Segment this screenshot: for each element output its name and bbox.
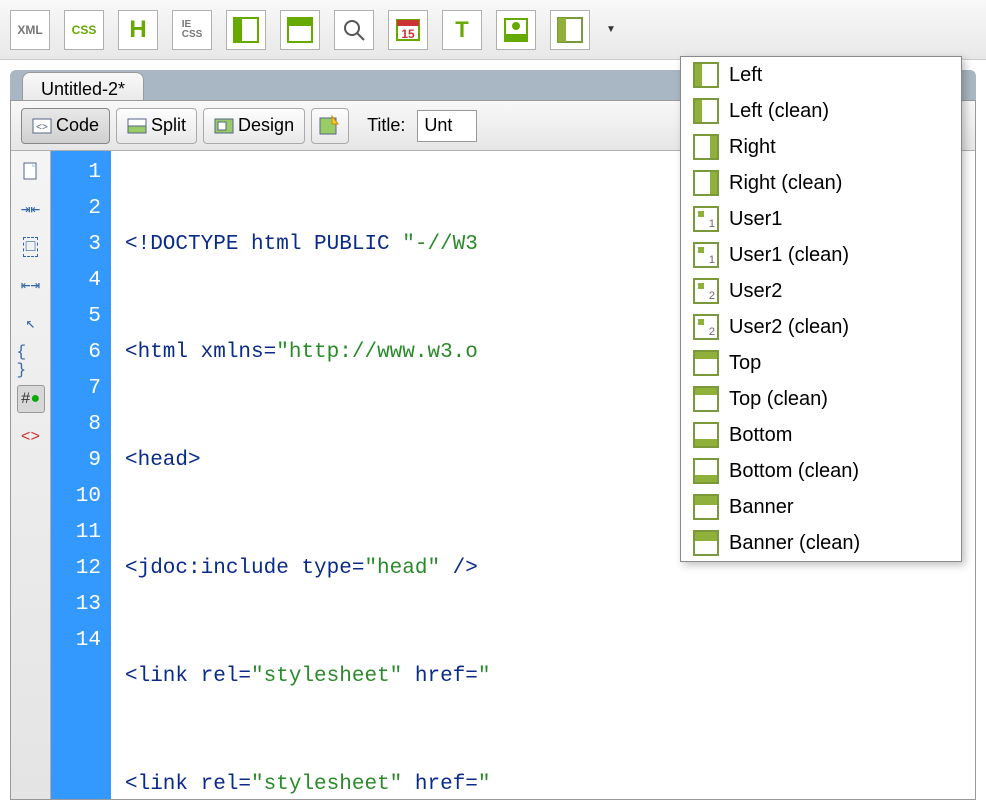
- dropdown-item-label: User1 (clean): [729, 244, 849, 267]
- title-input[interactable]: [417, 110, 477, 142]
- live-icon: [318, 114, 342, 138]
- position-dropdown-button[interactable]: [550, 10, 590, 50]
- code-view-button[interactable]: <> Code: [21, 108, 110, 144]
- title-label: Title:: [367, 115, 405, 136]
- image-button[interactable]: [496, 10, 536, 50]
- bottom-position-icon: [693, 422, 719, 448]
- code-view-label: Code: [56, 115, 99, 136]
- zoom-button[interactable]: [334, 10, 374, 50]
- select-tool[interactable]: □: [17, 233, 45, 261]
- code-side-toolbar: ⇥⇤ □ ⇤⇥ ↖ { } #● <>: [11, 151, 51, 799]
- user1-position-icon: 1: [693, 206, 719, 232]
- panel-button[interactable]: [280, 10, 320, 50]
- html-button[interactable]: H: [118, 10, 158, 50]
- live-view-button[interactable]: [311, 108, 349, 144]
- dropdown-item-top-clean-[interactable]: Top (clean): [681, 381, 961, 417]
- dropdown-item-label: Left (clean): [729, 100, 829, 123]
- dropdown-item-label: Bottom (clean): [729, 460, 859, 483]
- code-icon: <>: [32, 116, 52, 136]
- banner-position-icon: [693, 494, 719, 520]
- banner-position-icon: [693, 530, 719, 556]
- line-gutter: 1234567891011121314: [51, 151, 111, 799]
- design-icon: [214, 116, 234, 136]
- dropdown-item-label: Bottom: [729, 424, 792, 447]
- dropdown-item-user2[interactable]: 2 User2: [681, 273, 961, 309]
- dropdown-item-label: Right: [729, 136, 776, 159]
- left-position-icon: [693, 98, 719, 124]
- dropdown-item-label: Right (clean): [729, 172, 842, 195]
- dropdown-item-bottom[interactable]: Bottom: [681, 417, 961, 453]
- dropdown-item-left-clean-[interactable]: Left (clean): [681, 93, 961, 129]
- dropdown-item-top[interactable]: Top: [681, 345, 961, 381]
- dropdown-item-left[interactable]: Left: [681, 57, 961, 93]
- dropdown-item-label: User2: [729, 280, 782, 303]
- dropdown-item-label: Top (clean): [729, 388, 828, 411]
- dropdown-item-right[interactable]: Right: [681, 129, 961, 165]
- top-position-icon: [693, 386, 719, 412]
- dropdown-item-right-clean-[interactable]: Right (clean): [681, 165, 961, 201]
- dropdown-item-label: Left: [729, 64, 762, 87]
- design-view-label: Design: [238, 115, 294, 136]
- expand-tool[interactable]: ⇤⇥: [17, 271, 45, 299]
- xml-button[interactable]: XML: [10, 10, 50, 50]
- svg-text:<>: <>: [36, 122, 48, 133]
- right-position-icon: [693, 134, 719, 160]
- dropdown-item-banner[interactable]: Banner: [681, 489, 961, 525]
- dropdown-arrow-icon[interactable]: ▼: [606, 24, 616, 35]
- dropdown-item-banner-clean-[interactable]: Banner (clean): [681, 525, 961, 561]
- split-view-button[interactable]: Split: [116, 108, 197, 144]
- dropdown-item-user2-clean-[interactable]: 2 User2 (clean): [681, 309, 961, 345]
- design-view-button[interactable]: Design: [203, 108, 305, 144]
- split-icon: [127, 116, 147, 136]
- split-view-label: Split: [151, 115, 186, 136]
- ie-css-button[interactable]: IECSS: [172, 10, 212, 50]
- new-doc-tool[interactable]: [17, 157, 45, 185]
- braces-tool[interactable]: { }: [17, 347, 45, 375]
- dropdown-item-user1[interactable]: 1 User1: [681, 201, 961, 237]
- css-button[interactable]: CSS: [64, 10, 104, 50]
- layout-button[interactable]: [226, 10, 266, 50]
- user2-position-icon: 2: [693, 278, 719, 304]
- dropdown-item-label: User1: [729, 208, 782, 231]
- position-dropdown-menu: Left Left (clean) Right Right (clean) 1 User1…: [680, 56, 962, 562]
- dropdown-item-user1-clean-[interactable]: 1 User1 (clean): [681, 237, 961, 273]
- main-toolbar: XML CSS H IECSS 15 T ▼: [0, 0, 986, 60]
- dropdown-item-bottom-clean-[interactable]: Bottom (clean): [681, 453, 961, 489]
- dropdown-item-label: Top: [729, 352, 761, 375]
- calendar-button[interactable]: 15: [388, 10, 428, 50]
- cursor-tool[interactable]: ↖: [17, 309, 45, 337]
- left-position-icon: [693, 62, 719, 88]
- user2-position-icon: 2: [693, 314, 719, 340]
- top-position-icon: [693, 350, 719, 376]
- right-position-icon: [693, 170, 719, 196]
- format-tool[interactable]: <>: [17, 423, 45, 451]
- dropdown-item-label: Banner: [729, 496, 794, 519]
- dropdown-item-label: Banner (clean): [729, 532, 860, 555]
- svg-text:15: 15: [401, 27, 415, 41]
- user1-position-icon: 1: [693, 242, 719, 268]
- collapse-tool[interactable]: ⇥⇤: [17, 195, 45, 223]
- dropdown-item-label: User2 (clean): [729, 316, 849, 339]
- hash-tool[interactable]: #●: [17, 385, 45, 413]
- bottom-position-icon: [693, 458, 719, 484]
- text-button[interactable]: T: [442, 10, 482, 50]
